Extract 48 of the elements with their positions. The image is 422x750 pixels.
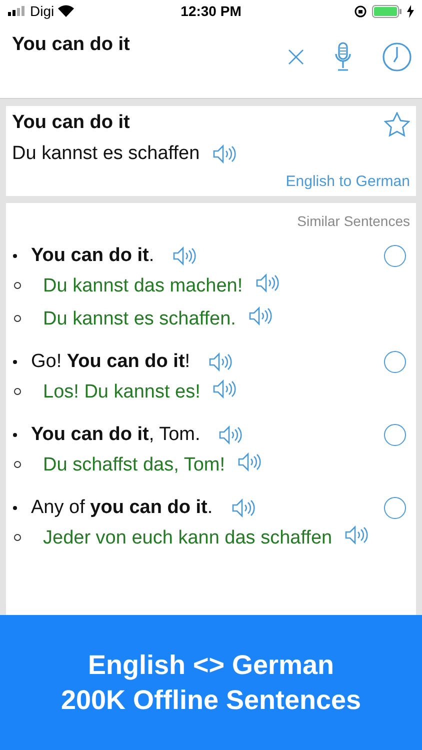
speaker-icon[interactable] bbox=[230, 498, 255, 518]
battery-icon bbox=[372, 4, 402, 18]
bullet-icon bbox=[14, 460, 21, 468]
banner-text: 200K Offline Sentences bbox=[60, 684, 362, 716]
speaker-icon[interactable] bbox=[172, 246, 196, 266]
status-time: 12:30 PM bbox=[180, 3, 242, 19]
star-icon[interactable] bbox=[384, 112, 410, 137]
sentence-text: Any of you can do it. bbox=[31, 497, 213, 519]
bullet-icon bbox=[14, 534, 21, 540]
charging-icon bbox=[407, 4, 414, 18]
rotation-lock-icon bbox=[354, 4, 368, 18]
radio-button[interactable] bbox=[384, 424, 406, 446]
sentence-text: Go! You can do it! bbox=[31, 351, 190, 373]
speaker-icon[interactable] bbox=[344, 525, 368, 545]
translation-text: Du kannst es schaffen bbox=[12, 143, 200, 165]
wifi-icon bbox=[58, 5, 74, 17]
close-icon[interactable] bbox=[288, 49, 304, 65]
speaker-icon[interactable] bbox=[212, 144, 236, 164]
bullet-icon bbox=[13, 433, 17, 437]
source-text: You can do it bbox=[12, 112, 130, 134]
bullet-icon bbox=[13, 254, 17, 258]
sentence-text: You can do it. bbox=[31, 245, 154, 267]
speaker-icon[interactable] bbox=[248, 306, 272, 326]
speaker-icon[interactable] bbox=[212, 379, 236, 399]
sentence-text: You can do it, Tom. bbox=[31, 424, 200, 446]
speaker-icon[interactable] bbox=[254, 273, 279, 293]
banner-text: English <> German bbox=[88, 650, 334, 680]
translation-text: Du kannst es schaffen. bbox=[43, 308, 236, 330]
bullet-icon bbox=[13, 360, 17, 364]
clock-icon[interactable] bbox=[382, 42, 412, 72]
microphone-icon[interactable] bbox=[334, 42, 352, 72]
bullet-icon bbox=[13, 506, 17, 510]
radio-button[interactable] bbox=[384, 245, 406, 267]
section-title: Similar Sentences bbox=[297, 213, 410, 229]
radio-button[interactable] bbox=[384, 351, 406, 373]
translation-text: Jeder von euch kann das schaffen bbox=[43, 528, 332, 549]
bullet-icon bbox=[14, 282, 21, 288]
speaker-icon[interactable] bbox=[237, 452, 261, 472]
signal-icon bbox=[8, 6, 26, 16]
carrier-name: Digi bbox=[30, 3, 54, 19]
bullet-icon bbox=[14, 388, 21, 394]
speaker-icon[interactable] bbox=[208, 352, 232, 372]
translation-text: Los! Du kannst es! bbox=[43, 382, 200, 403]
translation-text: Du kannst das machen! bbox=[43, 276, 243, 297]
translation-text: Du schaffst das, Tom! bbox=[43, 454, 225, 476]
bullet-icon bbox=[14, 314, 21, 322]
radio-button[interactable] bbox=[384, 497, 406, 519]
speaker-icon[interactable] bbox=[218, 425, 242, 445]
